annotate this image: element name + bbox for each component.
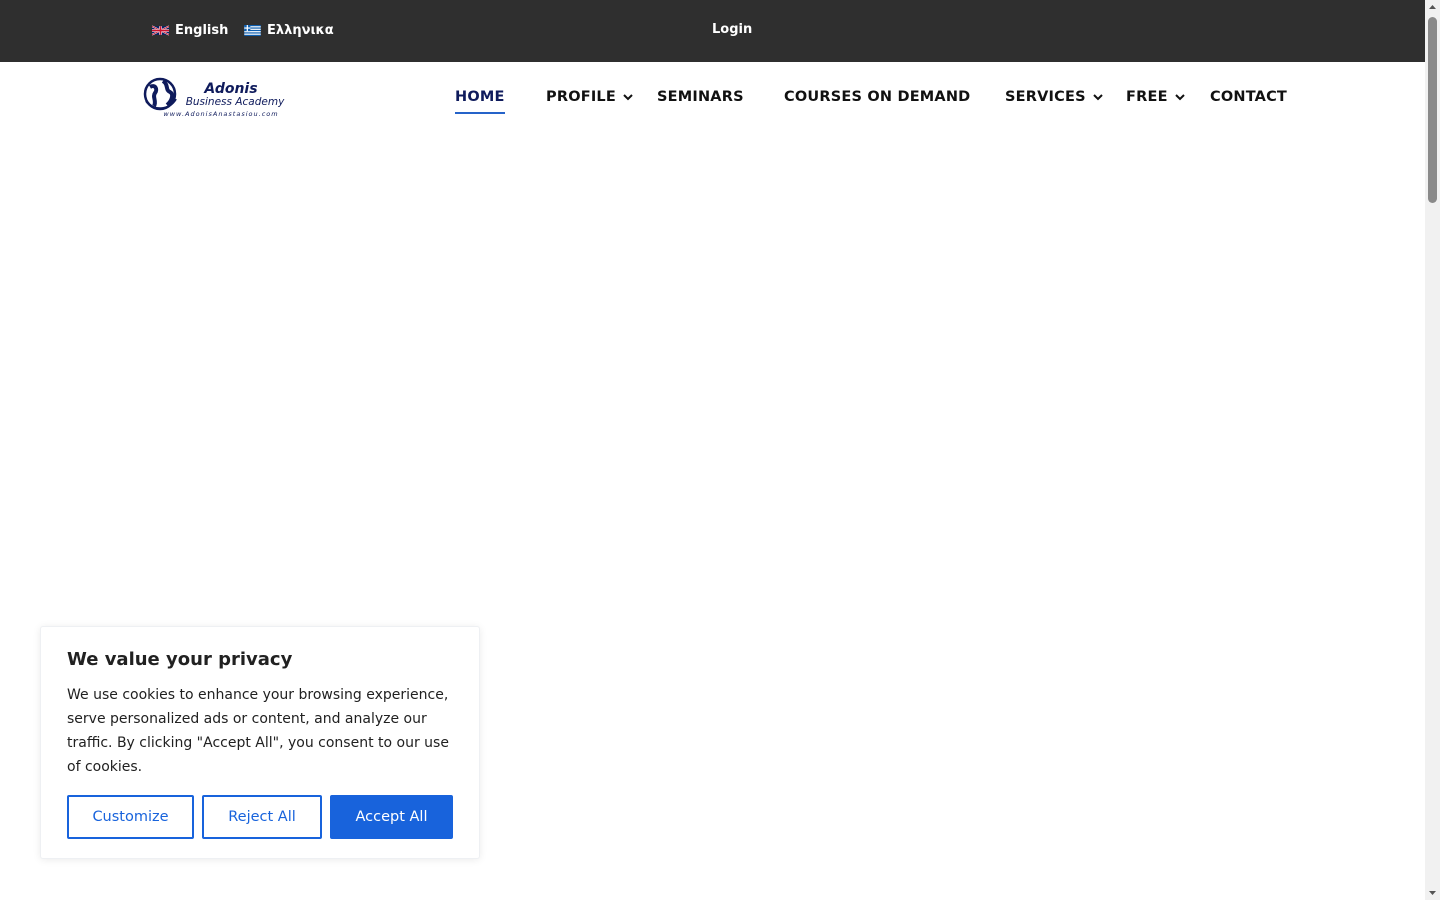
cookie-consent-banner: We value your privacy We use cookies to … bbox=[40, 626, 480, 859]
scroll-down-arrow-icon[interactable] bbox=[1425, 886, 1440, 900]
language-label: Ελληνικα bbox=[267, 23, 334, 38]
nav-label: PROFILE bbox=[546, 89, 616, 105]
language-label: English bbox=[175, 23, 229, 38]
customize-button[interactable]: Customize bbox=[67, 795, 194, 839]
cookie-title: We value your privacy bbox=[67, 649, 293, 670]
active-underline bbox=[455, 112, 505, 114]
language-greek-link[interactable]: Ελληνικα bbox=[244, 23, 334, 38]
nav-contact[interactable]: CONTACT bbox=[1210, 89, 1287, 105]
site-header: Adonis Business Academy www.AdonisAnasta… bbox=[0, 62, 1425, 134]
scroll-thumb[interactable] bbox=[1428, 17, 1437, 203]
nav-label: FREE bbox=[1126, 89, 1168, 105]
svg-text:www.AdonisAnastasiou.com: www.AdonisAnastasiou.com bbox=[163, 110, 278, 118]
language-english-link[interactable]: English bbox=[152, 23, 228, 38]
chevron-down-icon bbox=[1093, 94, 1103, 101]
chevron-down-icon bbox=[1174, 94, 1185, 101]
nav-label: CONTACT bbox=[1210, 89, 1288, 105]
nav-free[interactable]: FREE bbox=[1126, 89, 1186, 105]
nav-seminars[interactable]: SEMINARS bbox=[657, 89, 744, 105]
cookie-description: We use cookies to enhance your browsing … bbox=[67, 687, 449, 775]
nav-label: SERVICES bbox=[1005, 89, 1086, 105]
accept-all-button[interactable]: Accept All bbox=[330, 795, 453, 839]
site-logo[interactable]: Adonis Business Academy www.AdonisAnasta… bbox=[143, 77, 298, 119]
top-bar: English Ελληνικα Login bbox=[0, 0, 1425, 62]
nav-label: COURSES ON DEMAND bbox=[784, 89, 971, 105]
svg-text:Adonis: Adonis bbox=[203, 81, 257, 97]
login-link[interactable]: Login bbox=[712, 22, 752, 37]
nav-services[interactable]: SERVICES bbox=[1005, 89, 1104, 105]
greece-flag-icon bbox=[244, 25, 261, 36]
nav-label: SEMINARS bbox=[657, 89, 744, 105]
nav-home[interactable]: HOME bbox=[455, 89, 505, 114]
nav-profile[interactable]: PROFILE bbox=[546, 89, 634, 105]
chevron-down-icon bbox=[623, 94, 633, 101]
nav-label: HOME bbox=[455, 89, 505, 105]
scroll-up-arrow-icon[interactable] bbox=[1425, 0, 1440, 14]
reject-all-button[interactable]: Reject All bbox=[202, 795, 322, 839]
svg-text:Business Academy: Business Academy bbox=[186, 96, 285, 108]
nav-courses-on-demand[interactable]: COURSES ON DEMAND bbox=[784, 89, 970, 105]
uk-flag-icon bbox=[152, 25, 169, 36]
page-scrollbar[interactable] bbox=[1425, 0, 1440, 900]
